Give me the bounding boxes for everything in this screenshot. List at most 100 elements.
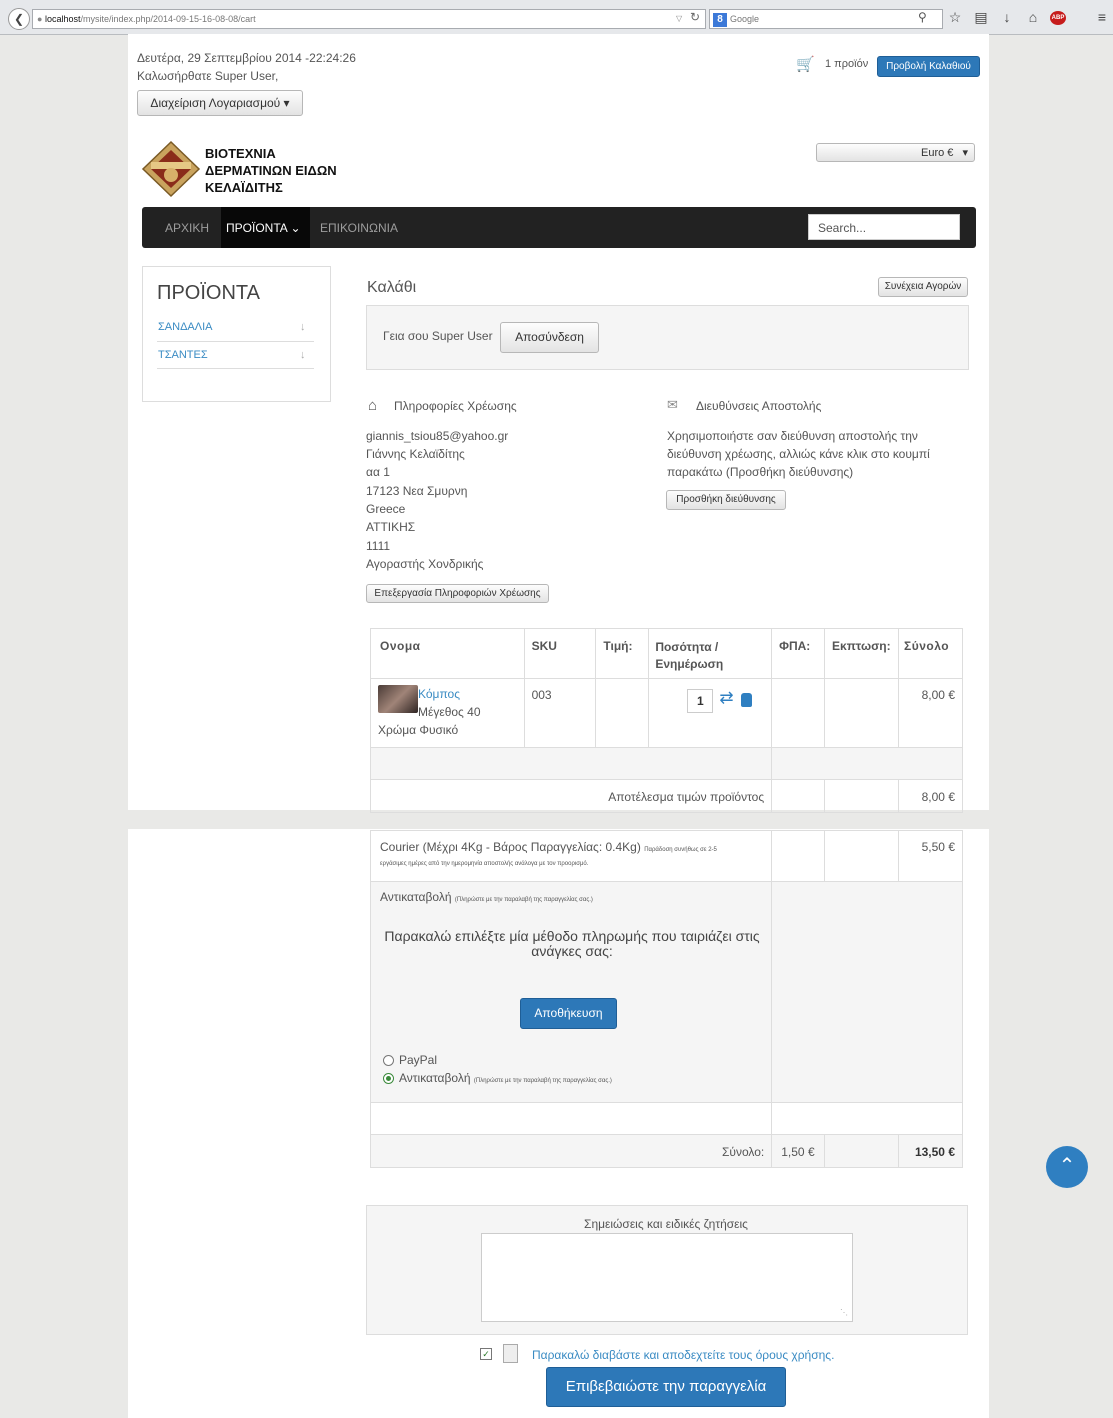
header-discount: Εκπτωση: [832, 639, 891, 653]
payment-prompt-line2: ανάγκες σας: [531, 943, 613, 959]
terms-checkbox[interactable]: ✓ [480, 1348, 492, 1360]
home-icon[interactable]: ⌂ [1024, 9, 1042, 25]
header-vat: ΦΠΑ: [779, 639, 811, 653]
header-name: Ονομα [380, 639, 421, 653]
adblock-icon[interactable]: ABP [1050, 11, 1066, 25]
document-icon [503, 1344, 518, 1363]
back-icon[interactable]: ❮ [8, 8, 30, 30]
url-host: localhost [44, 14, 81, 24]
payment-option-cod-note: (Πληρώστε με την παραλαβή της παραγγελία… [473, 1078, 612, 1084]
sidebar-item-sandals[interactable]: ΣΑΝΔΑΛΙΑ [158, 321, 213, 333]
notes-label: Σημειώσεις και ειδικές ζητήσεις [584, 1217, 748, 1231]
site-search-input[interactable]: Search... [808, 214, 960, 240]
nav-item-home[interactable]: ΑΡΧΙΚΗ [165, 221, 209, 235]
cart-title: Καλάθι [367, 279, 417, 296]
subtotal-label: Αποτέλεσμα τιμών προϊόντος [608, 790, 765, 804]
nav-item-contact[interactable]: ΕΠΙΚΟΙΝΩΝΙΑ [320, 221, 398, 235]
header-price: Τιμή: [603, 639, 633, 653]
continue-shopping-button[interactable]: Συνέχεια Αγορών [878, 277, 968, 297]
table-row: Κόμπος Μέγεθος 40 Χρώμα Φυσικό 003 1 ⇄ 8… [370, 678, 963, 748]
url-dropdown-icon[interactable]: ▽ [676, 14, 682, 23]
header-qty: Ποσότητα / [655, 640, 719, 654]
payment-method-note: (Πληρώστε με την παραλαβή της παραγγελία… [454, 897, 593, 903]
confirm-order-button[interactable]: Επιβεβαιώστε την παραγγελία [546, 1367, 786, 1407]
payment-option-paypal[interactable]: PayPal [399, 1053, 437, 1067]
refresh-quantity-icon[interactable]: ⇄ [719, 688, 733, 708]
product-thumbnail[interactable] [378, 685, 418, 713]
shipping-row: Courier (Μέχρι 4Kg - Βάρος Παραγγελίας: … [369, 830, 963, 882]
date-text: Δευτέρα, 29 Σεπτεμβρίου 2014 -22:24:26 [137, 51, 356, 65]
radio-paypal[interactable] [383, 1055, 394, 1066]
nav-item-products[interactable]: ΠΡΟΪΟΝΤΑ ⌄ [226, 221, 301, 235]
expand-icon[interactable]: ↓ [300, 349, 306, 361]
shipping-address-text: Χρησιμοποιήστε σαν διεύθυνση αποστολής τ… [667, 429, 918, 443]
quantity-input[interactable]: 1 [687, 689, 714, 713]
save-payment-button[interactable]: Αποθήκευση [520, 998, 617, 1029]
total-vat: 1,50 € [781, 1145, 815, 1159]
payment-method-name: Αντικαταβολή [380, 890, 452, 904]
shipping-address-title: Διευθύνσεις Αποστολής [696, 399, 822, 413]
billing-title: Πληροφορίες Χρέωσης [394, 399, 517, 413]
account-menu-label: Διαχείριση Λογαριασμού [150, 96, 281, 110]
product-total: 8,00 € [921, 688, 955, 702]
currency-selected: Euro € [920, 147, 954, 159]
terms-link[interactable]: Παρακαλώ διαβάστε και αποδεχτείτε τους ό… [532, 1348, 834, 1362]
subtotal-value: 8,00 € [921, 790, 955, 804]
edit-billing-button[interactable]: Επεξεργασία Πληροφοριών Χρέωσης [366, 584, 549, 603]
expand-icon[interactable]: ↓ [300, 321, 306, 333]
resize-handle-icon[interactable]: ⋱ [840, 1308, 848, 1317]
add-address-button[interactable]: Προσθήκη διεύθυνσης [666, 490, 786, 510]
url-bar[interactable]: ● localhost/mysite/index.php/2014-09-15-… [32, 9, 706, 29]
notes-textarea[interactable] [481, 1233, 853, 1322]
caret-down-icon: ▾ [280, 96, 290, 110]
chevron-down-icon: ⌄ [287, 221, 301, 235]
view-cart-button[interactable]: Προβολή Καλαθιού [877, 56, 980, 77]
sidebar-divider [157, 368, 314, 369]
caret-down-icon: ▾ [962, 147, 968, 159]
cart-table-continued: Courier (Μέχρι 4Kg - Βάρος Παραγγελίας: … [369, 830, 963, 1168]
reload-icon[interactable]: ↻ [690, 10, 700, 24]
sidebar-title: ΠΡΟΪΟΝΤΑ [157, 282, 260, 304]
download-icon[interactable]: ↓ [998, 9, 1016, 25]
grand-total: 13,50 € [914, 1145, 955, 1159]
company-logo [141, 140, 201, 198]
globe-icon: ● [37, 14, 43, 24]
account-menu-button[interactable]: Διαχείριση Λογαριασμού ▾ [137, 90, 303, 116]
billing-line: ΑΤΤΙΚΗΣ [366, 520, 416, 534]
browser-search-input[interactable]: 8 Google [709, 9, 943, 29]
table-header-row: Ονομα SKU Τιμή: Ποσότητα / Ενημέρωση ΦΠΑ:… [370, 628, 963, 679]
shipping-price: 5,50 € [921, 840, 955, 854]
table-spacer-row [369, 1102, 963, 1135]
search-icon[interactable]: ⚲ [918, 10, 927, 24]
table-spacer-row [369, 747, 963, 780]
billing-line: Γιάννης Κελαϊδίτης [366, 447, 465, 461]
payment-option-cod[interactable]: Αντικαταβολή [399, 1071, 471, 1085]
product-name-link[interactable]: Κόμπος [418, 687, 460, 701]
star-icon[interactable]: ☆ [946, 9, 964, 26]
reading-list-icon[interactable]: ▤ [972, 9, 990, 26]
search-engine-label: Google [730, 14, 760, 24]
billing-home-icon: ⌂ [368, 397, 378, 414]
shipping-address-text: παρακάτω (Προσθήκη διεύθυνσης) [667, 465, 854, 479]
cart-icon: 🛒 [796, 56, 815, 73]
header-total: Σύνολο [904, 639, 950, 653]
menu-icon[interactable]: ≡ [1093, 9, 1111, 25]
greeting-text: Γεια σου Super User [383, 329, 493, 343]
billing-line: 17123 Νεα Σμυρνη [366, 484, 468, 498]
product-attr-size: Μέγεθος 40 [418, 705, 481, 719]
delete-item-icon[interactable] [741, 693, 753, 707]
welcome-text: Καλωσήρθατε Super User, [137, 69, 279, 83]
payment-row: Αντικαταβολή (Πληρώστε με την παραλαβή τ… [369, 881, 963, 1103]
billing-line: αα 1 [366, 465, 390, 479]
header-update: Ενημέρωση [655, 657, 724, 671]
sidebar-item-bags[interactable]: ΤΣΑΝΤΕΣ [158, 349, 208, 361]
currency-select[interactable]: Euro € ▾ [816, 143, 975, 162]
logo-line3: ΚΕΛΑΪΔΙΤΗΣ [205, 180, 283, 195]
shipping-address-text: διεύθυνση χρέωσης, αλλιώς κάνε κλικ στο … [667, 447, 930, 461]
product-attr-color: Χρώμα Φυσικό [378, 723, 459, 737]
scroll-to-top-icon[interactable]: ⌃ [1046, 1146, 1088, 1188]
radio-cod[interactable] [383, 1073, 394, 1084]
payment-prompt-line1: Παρακαλώ επιλέξτε μία μέθοδο πληρωμής πο… [384, 928, 760, 944]
billing-line: giannis_tsiou85@yahoo.gr [366, 429, 509, 443]
logout-button[interactable]: Αποσύνδεση [500, 322, 599, 353]
